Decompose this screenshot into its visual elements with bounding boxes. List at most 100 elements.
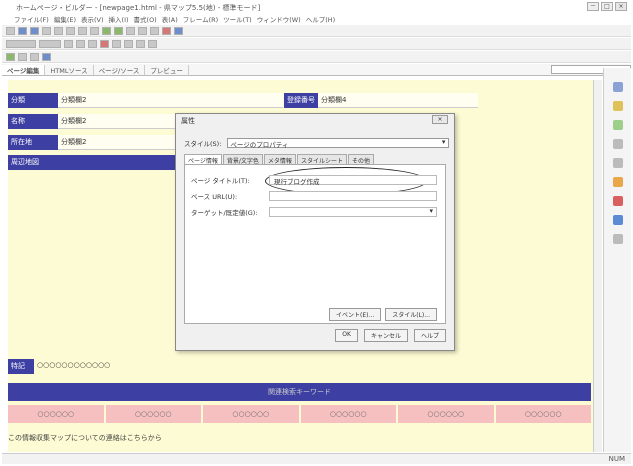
menu-item-tools[interactable]: ツール(T) bbox=[223, 14, 252, 24]
page-title-input[interactable]: 現行ブログ作成 bbox=[269, 175, 437, 186]
registration-label: 登録番号 bbox=[284, 93, 318, 108]
dialog-title: 属性 × bbox=[176, 114, 454, 126]
properties-icon[interactable] bbox=[612, 215, 623, 225]
redo-icon[interactable] bbox=[114, 26, 123, 35]
cut-icon[interactable] bbox=[66, 26, 75, 35]
open-icon[interactable] bbox=[18, 26, 27, 35]
print-icon[interactable] bbox=[42, 26, 51, 35]
cancel-button[interactable]: キャンセル bbox=[363, 329, 408, 342]
parts-icon[interactable] bbox=[612, 120, 623, 130]
save-icon[interactable] bbox=[30, 26, 39, 35]
category-value: 分類欄2 bbox=[58, 93, 283, 108]
address-label: 所在地 bbox=[8, 135, 58, 150]
keyword-cell: ○○○○○○ bbox=[203, 405, 299, 423]
align-left-icon[interactable] bbox=[112, 39, 121, 48]
undo-icon[interactable] bbox=[102, 26, 111, 35]
maximize-button[interactable]: □ bbox=[601, 2, 613, 11]
name-value: 分類欄2 bbox=[58, 114, 178, 129]
side-toolbar bbox=[603, 68, 631, 452]
dialog-title-text: 属性 bbox=[181, 117, 195, 125]
tab-page-edit[interactable]: ページ編集 bbox=[2, 64, 46, 75]
underline-icon[interactable] bbox=[88, 39, 97, 48]
event-button[interactable]: イベント(E)... bbox=[329, 308, 382, 321]
font-select[interactable] bbox=[39, 39, 61, 48]
menu-item-window[interactable]: ウィンドウ(W) bbox=[257, 14, 301, 24]
contact-link[interactable]: この情報収集マップについての連絡はこちらから bbox=[8, 433, 162, 443]
menu-item-frame[interactable]: フレーム(R) bbox=[183, 14, 218, 24]
style-select[interactable] bbox=[6, 39, 36, 48]
link-icon[interactable] bbox=[126, 26, 135, 35]
color-icon[interactable] bbox=[612, 196, 623, 206]
page-title-row: ページ タイトル(T): 現行ブログ作成 bbox=[191, 175, 437, 186]
publish-icon[interactable] bbox=[174, 26, 183, 35]
clip-icon[interactable] bbox=[612, 177, 623, 187]
list-icon[interactable] bbox=[148, 39, 157, 48]
align-center-icon[interactable] bbox=[124, 39, 133, 48]
italic-icon[interactable] bbox=[76, 39, 85, 48]
insert-line-icon[interactable] bbox=[18, 52, 27, 61]
insert-toolbar bbox=[2, 51, 631, 63]
dialog-buttons: OK キャンセル ヘルプ bbox=[335, 329, 446, 342]
font-color-icon[interactable] bbox=[100, 39, 109, 48]
tab-html-source[interactable]: HTMLソース bbox=[45, 64, 94, 75]
standard-toolbar bbox=[2, 25, 631, 37]
dialog-close-button[interactable]: × bbox=[432, 115, 448, 124]
anchor-icon[interactable] bbox=[162, 26, 171, 35]
template-icon[interactable] bbox=[612, 158, 623, 168]
base-url-row: ベース URL(U): bbox=[191, 191, 437, 201]
map-label: 周辺地図 bbox=[8, 155, 178, 170]
menu-item-help[interactable]: ヘルプ(H) bbox=[306, 14, 335, 24]
style-select[interactable]: ページのプロパティ bbox=[227, 138, 450, 149]
menu-item-view[interactable]: 表示(V) bbox=[81, 14, 104, 24]
menu-item-file[interactable]: ファイル(F) bbox=[14, 14, 49, 24]
name-label: 名称 bbox=[8, 114, 58, 129]
insert-form-icon[interactable] bbox=[30, 52, 39, 61]
keyword-cell: ○○○○○○ bbox=[398, 405, 494, 423]
address-value: 分類欄2 bbox=[58, 135, 178, 150]
target-frame-row: ターゲット/既定値(G): bbox=[191, 207, 437, 217]
style-row: スタイル(S): ページのプロパティ bbox=[184, 138, 450, 149]
help-button[interactable]: ヘルプ bbox=[413, 329, 446, 342]
copy-icon[interactable] bbox=[78, 26, 87, 35]
ok-button[interactable]: OK bbox=[335, 329, 358, 342]
status-indicator: NUM bbox=[608, 455, 625, 463]
keyword-cells: ○○○○○○ ○○○○○○ ○○○○○○ ○○○○○○ ○○○○○○ ○○○○○… bbox=[8, 405, 591, 423]
insert-table-icon[interactable] bbox=[42, 52, 51, 61]
keyword-cell: ○○○○○○ bbox=[105, 405, 201, 423]
folder-icon[interactable] bbox=[612, 101, 623, 111]
menu-item-edit[interactable]: 編集(E) bbox=[54, 14, 76, 24]
insert-image-icon[interactable] bbox=[6, 52, 15, 61]
keyword-cell: ○○○○○○ bbox=[495, 405, 591, 423]
style-button[interactable]: スタイル(L)... bbox=[385, 308, 437, 321]
status-bar: NUM bbox=[2, 453, 631, 464]
base-url-input[interactable] bbox=[269, 191, 437, 201]
properties-dialog: 属性 × スタイル(S): ページのプロパティ ページ情報 背景/文字色 メタ情… bbox=[175, 113, 455, 351]
keyword-cell: ○○○○○○ bbox=[8, 405, 104, 423]
settings-icon[interactable] bbox=[612, 234, 623, 244]
tab-preview[interactable]: プレビュー bbox=[145, 64, 189, 75]
target-frame-select[interactable] bbox=[269, 207, 437, 217]
notes-label: 特記 bbox=[8, 359, 34, 374]
menu-item-table[interactable]: 表(A) bbox=[162, 14, 178, 24]
keyword-cell: ○○○○○○ bbox=[300, 405, 396, 423]
bold-icon[interactable] bbox=[64, 39, 73, 48]
paste-icon[interactable] bbox=[90, 26, 99, 35]
menu-bar: ファイル(F) 編集(E) 表示(V) 挿入(I) 書式(O) 表(A) フレー… bbox=[2, 14, 631, 24]
notes-value: ○○○○○○○○○○○○ bbox=[37, 361, 111, 369]
menu-item-format[interactable]: 書式(O) bbox=[134, 14, 157, 24]
preview-icon[interactable] bbox=[54, 26, 63, 35]
minimize-button[interactable]: － bbox=[587, 2, 599, 11]
app-window: ホームページ・ビルダー - [newpage1.html - 県マップ5.5(地… bbox=[0, 0, 633, 466]
table-icon[interactable] bbox=[150, 26, 159, 35]
keywords-bar: 関連検索キーワード bbox=[8, 383, 591, 401]
align-right-icon[interactable] bbox=[136, 39, 145, 48]
new-icon[interactable] bbox=[6, 26, 15, 35]
tab-page-source[interactable]: ページ/ソース bbox=[94, 64, 146, 75]
close-button[interactable]: × bbox=[615, 2, 627, 11]
site-icon[interactable] bbox=[612, 82, 623, 92]
menu-item-insert[interactable]: 挿入(I) bbox=[109, 14, 129, 24]
vertical-scrollbar[interactable] bbox=[593, 80, 602, 452]
base-url-label: ベース URL(U): bbox=[191, 193, 238, 201]
layout-icon[interactable] bbox=[612, 139, 623, 149]
image-icon[interactable] bbox=[138, 26, 147, 35]
